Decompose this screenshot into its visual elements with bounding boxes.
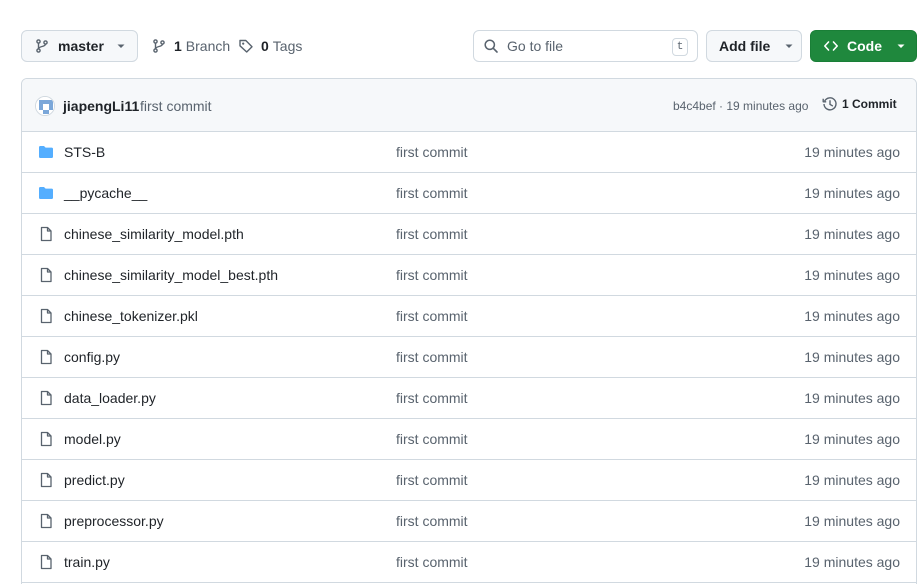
file-row[interactable]: config.py first commit 19 minutes ago [22,337,916,378]
file-commit-message[interactable]: first commit [396,226,468,242]
file-name-link[interactable]: train.py [64,554,110,570]
file-row[interactable]: __pycache__ first commit 19 minutes ago [22,173,916,214]
tags-label: Tags [272,38,303,54]
file-commit-message[interactable]: first commit [396,554,468,570]
file-row[interactable]: STS-B first commit 19 minutes ago [22,132,916,173]
commits-count-label: 1 Commit [842,97,897,111]
file-commit-message[interactable]: first commit [396,472,468,488]
file-icon [38,349,54,365]
repo-toolbar: master 1 Branch 0 Tags t Add file Code [0,0,924,78]
tags-link[interactable]: 0 Tags [238,30,302,62]
file-row[interactable]: chinese_similarity_model_best.pth first c… [22,255,916,296]
file-row[interactable]: predict.py first commit 19 minutes ago [22,460,916,501]
file-name-link[interactable]: __pycache__ [64,185,147,201]
folder-icon [38,144,54,160]
file-commit-message[interactable]: first commit [396,349,468,365]
commit-hash-time[interactable]: b4c4bef · 19 minutes ago [673,99,808,113]
file-commit-age: 19 minutes ago [804,513,900,529]
tags-count: 0 [261,38,269,54]
file-icon [38,513,54,529]
file-commit-message[interactable]: first commit [396,390,468,406]
commit-message[interactable]: first commit [140,98,212,114]
file-name-link[interactable]: model.py [64,431,121,447]
file-commit-message[interactable]: first commit [396,513,468,529]
branches-link[interactable]: 1 Branch [151,30,230,62]
file-commit-age: 19 minutes ago [804,431,900,447]
file-commit-message[interactable]: first commit [396,185,468,201]
add-file-button[interactable]: Add file [706,30,802,62]
search-icon [483,38,499,54]
file-name-link[interactable]: chinese_tokenizer.pkl [64,308,198,324]
file-commit-age: 19 minutes ago [804,308,900,324]
file-name-link[interactable]: predict.py [64,472,125,488]
avatar[interactable] [35,96,55,116]
file-commit-age: 19 minutes ago [804,267,900,283]
file-row[interactable]: model.py first commit 19 minutes ago [22,419,916,460]
folder-icon [38,185,54,201]
history-icon [822,96,838,112]
file-row[interactable]: chinese_similarity_model.pth first commit… [22,214,916,255]
go-to-file-input[interactable] [507,38,657,54]
file-icon [38,267,54,283]
file-commit-age: 19 minutes ago [804,472,900,488]
file-icon [38,554,54,570]
file-row[interactable]: data_loader.py first commit 19 minutes ago [22,378,916,419]
file-commit-age: 19 minutes ago [804,144,900,160]
file-commit-message[interactable]: first commit [396,144,468,160]
commit-author[interactable]: jiapengLi11 [63,98,139,114]
file-icon [38,431,54,447]
chevron-down-icon [784,41,794,51]
file-row[interactable]: train.py first commit 19 minutes ago [22,542,916,583]
tag-icon [238,38,254,54]
git-branch-icon [151,38,167,54]
file-name-link[interactable]: STS-B [64,144,105,160]
file-icon [38,472,54,488]
file-name-link[interactable]: config.py [64,349,120,365]
latest-commit-bar: jiapengLi11 first commit b4c4bef · 19 mi… [22,79,916,132]
file-commit-age: 19 minutes ago [804,554,900,570]
file-browser: jiapengLi11 first commit b4c4bef · 19 mi… [21,78,917,584]
file-icon [38,390,54,406]
git-branch-icon [34,38,50,54]
file-commit-message[interactable]: first commit [396,308,468,324]
file-commit-age: 19 minutes ago [804,226,900,242]
code-icon [823,38,839,54]
file-name-link[interactable]: chinese_similarity_model.pth [64,226,244,242]
code-button[interactable]: Code [810,30,917,62]
file-icon [38,308,54,324]
file-icon [38,226,54,242]
commits-link[interactable]: 1 Commit [822,96,897,112]
chevron-down-icon [896,41,906,51]
file-name-link[interactable]: data_loader.py [64,390,156,406]
search-shortcut-key: t [672,38,688,56]
file-commit-message[interactable]: first commit [396,267,468,283]
code-label: Code [847,38,882,54]
chevron-down-icon [116,41,126,51]
file-row[interactable]: preprocessor.py first commit 19 minutes ag… [22,501,916,542]
file-commit-age: 19 minutes ago [804,349,900,365]
add-file-label: Add file [719,38,771,54]
branch-select-button[interactable]: master [21,30,138,62]
file-name-link[interactable]: chinese_similarity_model_best.pth [64,267,278,283]
file-name-link[interactable]: preprocessor.py [64,513,164,529]
go-to-file-search[interactable]: t [473,30,698,62]
branches-label: Branch [185,38,231,54]
file-commit-message[interactable]: first commit [396,431,468,447]
branches-count: 1 [174,38,182,54]
file-commit-age: 19 minutes ago [804,185,900,201]
file-row[interactable]: chinese_tokenizer.pkl first commit 19 minu… [22,296,916,337]
branch-name: master [58,38,104,54]
file-commit-age: 19 minutes ago [804,390,900,406]
